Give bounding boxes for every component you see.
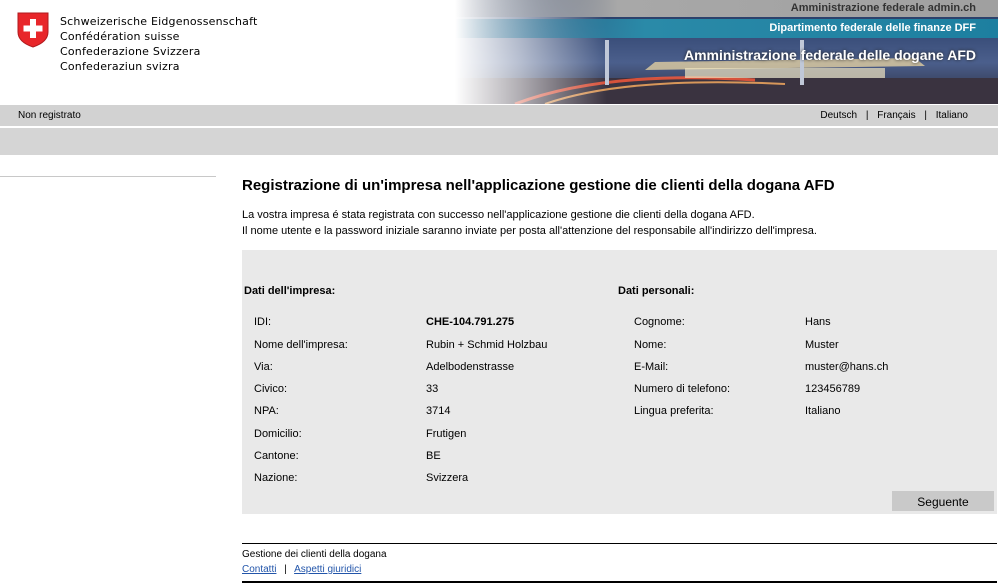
field-value: Frutigen — [426, 428, 467, 440]
field-label: IDI: — [254, 316, 272, 328]
logo-line-de: Schweizerische Eidgenossenschaft — [60, 15, 258, 28]
header: Schweizerische Eidgenossenschaft Confédé… — [0, 0, 998, 104]
next-button[interactable]: Seguente — [892, 491, 994, 511]
contacts-link[interactable]: Contatti — [242, 564, 276, 575]
field-label: NPA: — [254, 405, 279, 417]
lang-deutsch[interactable]: Deutsch — [820, 110, 857, 121]
lang-separator: | — [924, 110, 927, 121]
confirmation-message: La vostra impresa é stata registrata con… — [242, 207, 817, 239]
field-label: Domicilio: — [254, 428, 302, 440]
field-label: Nome: — [634, 339, 667, 351]
logo-line-fr: Confédération suisse — [60, 30, 180, 43]
lang-separator: | — [865, 110, 869, 121]
status-bar: Non registrato Deutsch | Français | Ital… — [0, 105, 998, 126]
department-bar: Dipartimento federale delle finanze DFF — [455, 19, 998, 38]
admin-ch-bar[interactable]: Amministrazione federale admin.ch — [455, 0, 998, 17]
field-label: E-Mail: — [634, 361, 669, 373]
field-value: Svizzera — [426, 472, 469, 484]
field-label: Cognome: — [634, 316, 685, 328]
field-label: Numero di telefono: — [634, 383, 730, 395]
field-value: 123456789 — [805, 383, 861, 395]
office-title: Amministrazione federale delle dogane AF… — [684, 47, 976, 63]
legal-link[interactable]: Aspetti giuridici — [294, 564, 361, 575]
footer-links: Contatti | Aspetti giuridici — [242, 564, 361, 575]
registration-summary-panel: Dati dell'impresa: IDI: CHE-104.791.275 … — [242, 250, 997, 514]
field-label: Cantone: — [254, 450, 299, 462]
field-value: 3714 — [426, 405, 451, 417]
field-value: BE — [426, 450, 441, 462]
field-value: Rubin + Schmid Holzbau — [426, 339, 548, 351]
field-value: Adelbodenstrasse — [426, 361, 515, 373]
footer-bottom-divider — [242, 581, 997, 583]
intro-line: Il nome utente e la password iniziale sa… — [242, 225, 817, 237]
login-status: Non registrato — [18, 110, 81, 121]
language-switcher: Deutsch | Français | Italiano — [820, 105, 968, 126]
personal-data-heading: Dati personali: — [618, 285, 695, 297]
company-data-heading: Dati dell'impresa: — [244, 285, 336, 297]
left-nav-divider — [0, 176, 216, 177]
confederation-wordmark: Schweizerische Eidgenossenschaft Confédé… — [60, 14, 257, 74]
navigation-bar — [0, 128, 998, 155]
logo-line-it: Confederazione Svizzera — [60, 45, 201, 58]
swiss-cross-icon — [17, 12, 49, 48]
field-value-idi: CHE-104.791.275 — [426, 316, 515, 328]
field-value: Muster — [805, 339, 839, 351]
page-title: Registrazione di un'impresa nell'applica… — [242, 177, 835, 194]
intro-line: La vostra impresa é stata registrata con… — [242, 209, 755, 221]
department-name: Dipartimento federale delle finanze DFF — [769, 22, 976, 34]
field-label: Lingua preferita: — [634, 405, 714, 417]
admin-ch-link[interactable]: Amministrazione federale admin.ch — [791, 2, 998, 14]
logo-line-rm: Confederaziun svizra — [60, 60, 180, 73]
field-label: Via: — [254, 361, 273, 373]
footer-title: Gestione dei clienti della dogana — [242, 549, 387, 560]
field-label: Nazione: — [254, 472, 298, 484]
field-label: Civico: — [254, 383, 288, 395]
footer-separator: | — [284, 564, 287, 575]
lang-francais[interactable]: Français — [877, 110, 915, 121]
field-value: muster@hans.ch — [805, 361, 889, 373]
field-value: Italiano — [805, 405, 841, 417]
lang-italiano[interactable]: Italiano — [936, 110, 968, 121]
field-value: 33 — [426, 383, 439, 395]
field-value: Hans — [805, 316, 831, 328]
footer-divider — [242, 543, 997, 544]
field-label: Nome dell'impresa: — [254, 339, 348, 351]
